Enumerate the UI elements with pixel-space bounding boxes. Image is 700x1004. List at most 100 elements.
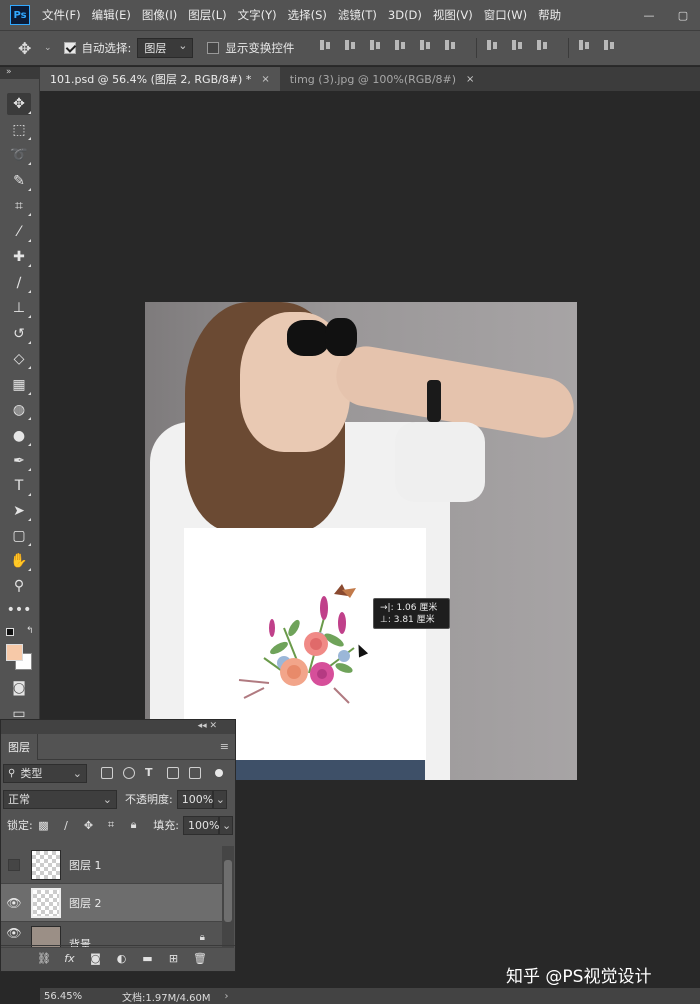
auto-select-checkbox[interactable]	[63, 42, 76, 54]
quick-mask-icon[interactable]: ◙	[7, 677, 31, 699]
options-bar: ✥ ⌄ 自动选择: 图层 显示变换控件	[0, 30, 700, 66]
pen-tool-icon[interactable]: ✒	[7, 450, 31, 472]
close-icon[interactable]: ×	[466, 74, 474, 85]
adjustment-layer-icon[interactable]: ◐	[115, 952, 128, 965]
tab-label: timg (3).jpg @ 100%(RGB/8#)	[289, 72, 457, 86]
fill-input[interactable]: 100%	[183, 815, 219, 835]
align-hcenter-icon[interactable]	[418, 38, 434, 52]
distribute-bottom-icon[interactable]	[535, 38, 551, 52]
status-menu-icon[interactable]: ›	[225, 991, 229, 1002]
opacity-chevron-icon[interactable]: ⌄	[212, 789, 227, 809]
tab-layers[interactable]: 图层	[1, 733, 38, 760]
type-tool-icon[interactable]: T	[7, 475, 31, 497]
lock-position-icon[interactable]: ✥	[82, 818, 96, 832]
align-left-icon[interactable]	[393, 38, 409, 52]
panel-collapse-icon[interactable]: ◂◂ ✕	[1, 720, 235, 734]
menu-help[interactable]: 帮助	[538, 7, 561, 23]
menu-window[interactable]: 窗口(W)	[484, 7, 527, 23]
healing-tool-icon[interactable]: ✚	[7, 246, 31, 268]
quick-select-tool-icon[interactable]: ✎	[7, 170, 31, 192]
menu-filter[interactable]: 滤镜(T)	[338, 7, 377, 23]
delete-layer-icon[interactable]: 🗑︎	[193, 952, 207, 965]
eye-icon[interactable]: 👁︎	[1, 926, 27, 940]
menu-file[interactable]: 文件(F)	[42, 7, 81, 23]
crop-tool-icon[interactable]: ⌗	[7, 195, 31, 217]
blend-mode-dropdown[interactable]: 正常 ⌄	[3, 789, 117, 809]
tools-panel: ✥ ⬚ ➰ ✎ ⌗ ⁄ ✚ ∕ ⊥ ↺ ◇ ▦ ◍ ● ✒ T ➤ ▢ ✋ ⚲ …	[0, 79, 40, 724]
layers-scrollbar[interactable]	[222, 846, 234, 948]
link-layers-icon[interactable]: ⛓	[37, 952, 51, 965]
lock-all-icon[interactable]: 🔒︎	[127, 818, 141, 832]
history-brush-tool-icon[interactable]: ↺	[7, 323, 31, 345]
tool-preset-caret-icon[interactable]: ⌄	[44, 43, 52, 53]
menu-image[interactable]: 图像(I)	[142, 7, 177, 23]
default-colors-icon[interactable]	[6, 628, 14, 636]
align-vcenter-icon[interactable]	[343, 38, 359, 52]
auto-align-icon[interactable]	[602, 38, 618, 52]
opacity-input[interactable]: 100%	[176, 789, 213, 809]
lock-label: 锁定:	[7, 819, 33, 832]
new-layer-icon[interactable]: ⊞	[167, 952, 180, 965]
path-select-tool-icon[interactable]: ➤	[7, 500, 31, 522]
distribute-vcenter-icon[interactable]	[510, 38, 526, 52]
gradient-tool-icon[interactable]: ▦	[7, 374, 31, 396]
move-tool-icon[interactable]: ✥	[7, 93, 31, 115]
visibility-toggle-off[interactable]	[1, 858, 27, 871]
toolbar-collapse-icon[interactable]: »	[0, 67, 40, 79]
scrollbar-thumb[interactable]	[224, 860, 232, 922]
filter-pixel-icon[interactable]	[101, 767, 113, 779]
brush-tool-icon[interactable]: ∕	[7, 272, 31, 294]
tab-timg-jpg[interactable]: timg (3).jpg @ 100%(RGB/8#) ×	[280, 67, 485, 91]
transform-controls-checkbox[interactable]	[207, 42, 220, 54]
align-bottom-icon[interactable]	[368, 38, 384, 52]
eyedropper-tool-icon[interactable]: ⁄	[7, 221, 31, 243]
new-group-icon[interactable]: ▬	[141, 952, 154, 965]
distribute-top-icon[interactable]	[485, 38, 501, 52]
menu-edit[interactable]: 编辑(E)	[92, 7, 131, 23]
lasso-tool-icon[interactable]: ➰	[7, 144, 31, 166]
panel-menu-icon[interactable]: ≡	[220, 740, 229, 753]
add-mask-icon[interactable]: ◙	[89, 952, 102, 965]
lock-artboard-icon[interactable]: ⌗	[104, 818, 118, 832]
lock-image-icon[interactable]: ∕	[59, 818, 73, 832]
menu-view[interactable]: 视图(V)	[433, 7, 473, 23]
minimize-icon[interactable]: —	[632, 0, 666, 30]
menu-layer[interactable]: 图层(L)	[188, 7, 226, 23]
close-icon[interactable]: ×	[261, 74, 269, 85]
filter-adjustment-icon[interactable]	[123, 767, 135, 779]
foreground-color-swatch[interactable]	[6, 644, 23, 661]
layer-filter-dropdown[interactable]: ⚲ 类型 ⌄	[3, 763, 87, 783]
lock-transparent-icon[interactable]: ▩	[37, 818, 51, 832]
move-icon[interactable]: ✥	[18, 39, 44, 58]
filter-toggle[interactable]	[215, 769, 223, 777]
menu-3d[interactable]: 3D(D)	[388, 8, 422, 22]
filter-type-icon[interactable]: T	[145, 767, 157, 779]
align-right-icon[interactable]	[443, 38, 459, 52]
zoom-level[interactable]: 56.45%	[40, 991, 100, 1002]
layer-row-selected[interactable]: 👁︎ 图层 2	[1, 884, 223, 922]
restore-icon[interactable]: ▢	[666, 0, 700, 30]
marquee-tool-icon[interactable]: ⬚	[7, 119, 31, 141]
menu-type[interactable]: 文字(Y)	[238, 7, 277, 23]
eraser-tool-icon[interactable]: ◇	[7, 348, 31, 370]
layer-row[interactable]: 图层 1	[1, 846, 223, 884]
filter-shape-icon[interactable]	[167, 767, 179, 779]
stamp-tool-icon[interactable]: ⊥	[7, 297, 31, 319]
distribute-h-icon[interactable]	[577, 38, 593, 52]
filter-smart-object-icon[interactable]	[189, 767, 201, 779]
transform-controls-label: 显示变换控件	[225, 41, 295, 55]
swap-colors-icon[interactable]: ↰	[26, 626, 34, 636]
shape-tool-icon[interactable]: ▢	[7, 525, 31, 547]
zoom-tool-icon[interactable]: ⚲	[7, 575, 31, 597]
align-top-icon[interactable]	[318, 38, 334, 52]
dodge-tool-icon[interactable]: ●	[7, 425, 31, 447]
tab-101-psd[interactable]: 101.psd @ 56.4% (图层 2, RGB/8#) * ×	[40, 67, 280, 91]
eye-icon[interactable]: 👁︎	[1, 896, 27, 910]
menu-select[interactable]: 选择(S)	[288, 7, 327, 23]
auto-select-target-dropdown[interactable]: 图层	[137, 38, 194, 58]
measure-dx: →|: 1.06 厘米	[380, 603, 438, 613]
fill-chevron-icon[interactable]: ⌄	[219, 815, 234, 835]
fx-icon[interactable]: fx	[63, 952, 76, 965]
hand-tool-icon[interactable]: ✋	[7, 550, 31, 572]
blur-tool-icon[interactable]: ◍	[7, 399, 31, 421]
